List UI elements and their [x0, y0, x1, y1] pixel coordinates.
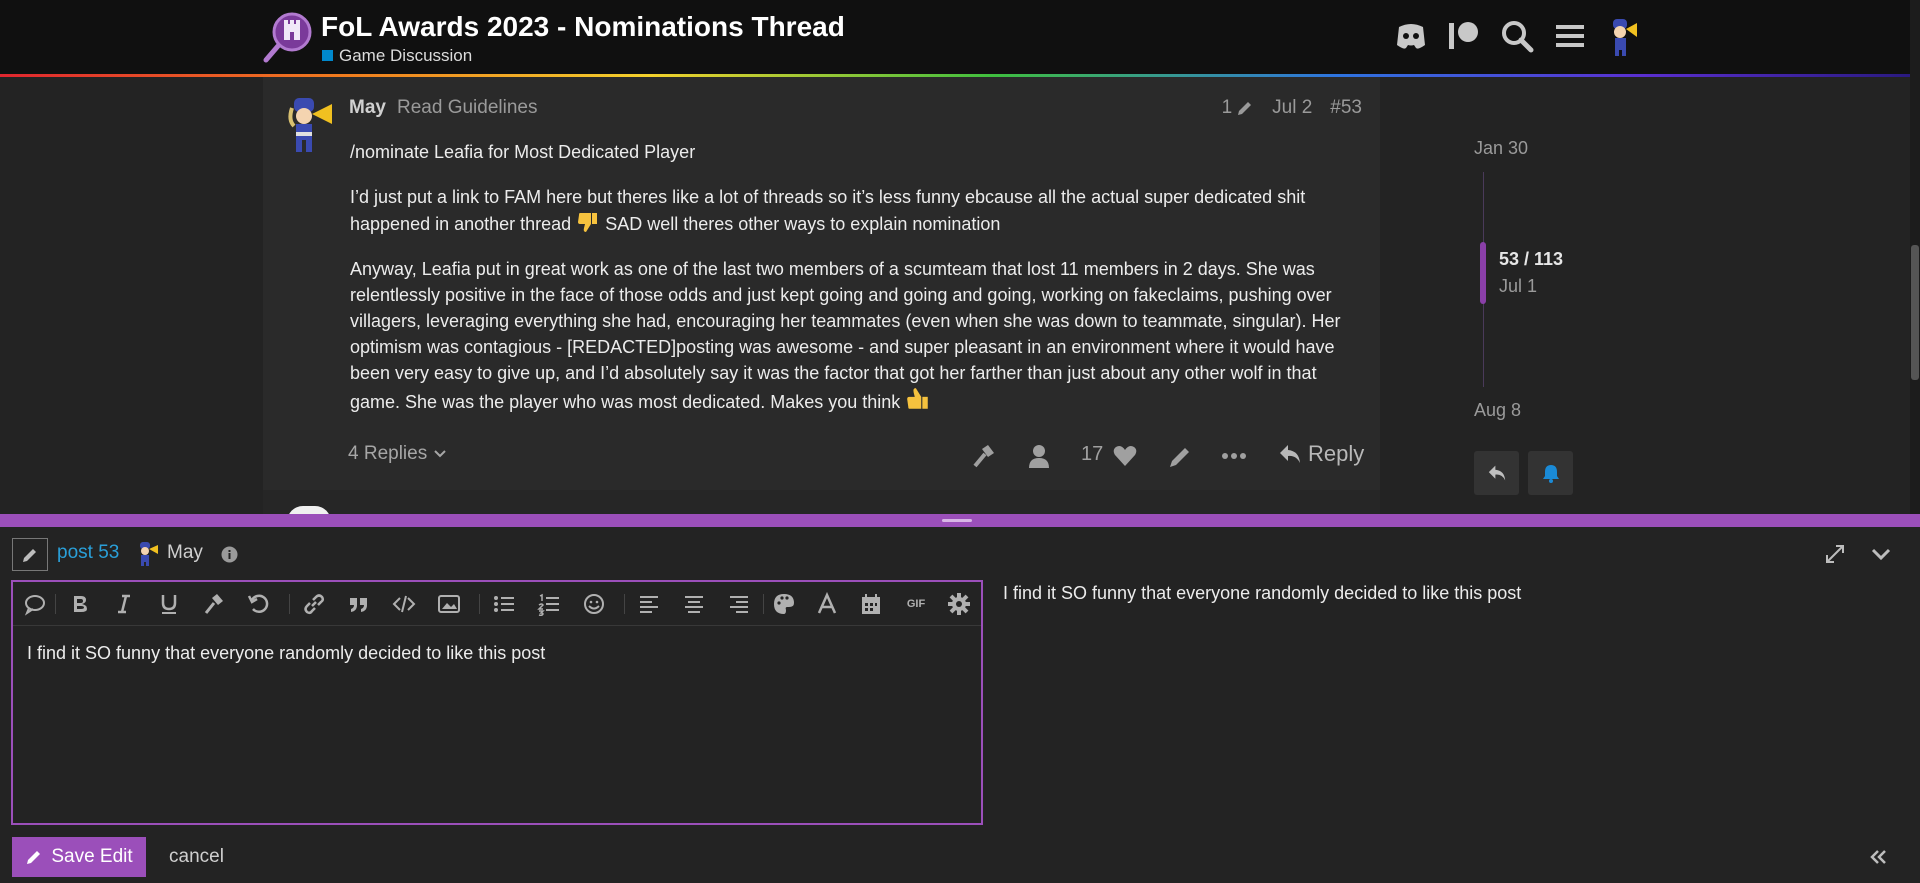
site-logo-icon[interactable] [262, 10, 316, 64]
composer-user-name: May [167, 542, 203, 563]
font-icon[interactable] [815, 592, 839, 616]
toggle-preview-icon[interactable] [1868, 848, 1888, 866]
poster-user-title: Read Guidelines [397, 97, 538, 118]
poster-avatar[interactable] [282, 96, 336, 156]
composer-user-avatar [140, 542, 158, 566]
info-icon[interactable] [221, 546, 238, 563]
timeline-handle[interactable] [1480, 242, 1486, 304]
hammer-icon[interactable] [202, 592, 226, 616]
reply-arrow-icon [1488, 465, 1505, 481]
align-left-icon[interactable] [637, 592, 661, 616]
discord-icon[interactable] [1394, 19, 1428, 53]
collapse-composer-icon[interactable] [1870, 545, 1892, 563]
post-paragraph: Anyway, Leafia put in great work as one … [350, 256, 1358, 415]
scrollbar-thumb[interactable] [1911, 245, 1919, 380]
calendar-icon[interactable] [859, 592, 883, 616]
next-post-header [263, 490, 1380, 514]
post-paragraph: /nominate Leafia for Most Dedicated Play… [350, 142, 696, 162]
composer-preview: I find it SO funny that everyone randoml… [1003, 583, 1522, 603]
underline-icon[interactable] [157, 592, 181, 616]
post-date[interactable]: Jul 2 [1272, 97, 1312, 119]
timeline-start-date[interactable]: Jan 30 [1474, 138, 1528, 159]
bold-icon[interactable] [68, 592, 92, 616]
gear-icon[interactable] [947, 592, 971, 616]
toolbar-divider [55, 594, 56, 614]
notification-bell-button[interactable] [1528, 451, 1573, 495]
hammer-icon[interactable] [971, 442, 997, 470]
more-options-icon[interactable] [1221, 442, 1247, 470]
composer-action-dropdown[interactable] [12, 538, 48, 571]
composer-grip-handle[interactable] [942, 519, 972, 522]
expand-fullscreen-icon[interactable] [1824, 543, 1846, 565]
post-text: Anyway, Leafia put in great work as one … [350, 259, 1341, 412]
patreon-icon[interactable] [1447, 19, 1481, 53]
poster-username[interactable]: May [349, 97, 386, 119]
palette-icon[interactable] [772, 592, 796, 616]
align-right-icon[interactable] [727, 592, 751, 616]
align-center-icon[interactable] [682, 592, 706, 616]
italic-icon[interactable] [112, 592, 136, 616]
undo-icon[interactable] [247, 592, 271, 616]
category-badge[interactable]: Game Discussion [322, 46, 472, 66]
link-icon[interactable] [302, 592, 326, 616]
toolbar-divider [289, 594, 290, 614]
save-edit-button[interactable]: Save Edit [12, 837, 146, 877]
post-number[interactable]: #53 [1330, 97, 1362, 119]
user-icon[interactable] [1027, 442, 1051, 470]
image-icon[interactable] [437, 592, 461, 616]
user-avatar[interactable] [1605, 17, 1639, 57]
code-icon[interactable] [392, 592, 416, 616]
category-color-square [322, 50, 333, 61]
timeline-reply-button[interactable] [1474, 451, 1519, 495]
edit-count: 1 [1221, 97, 1233, 118]
pencil-icon [23, 548, 36, 562]
cancel-link[interactable]: cancel [169, 846, 224, 868]
toolbar-divider [479, 594, 480, 614]
toolbar-divider [763, 594, 764, 614]
timeline-current-date: Jul 1 [1499, 276, 1538, 296]
reply-button[interactable]: Reply [1278, 441, 1364, 467]
edit-pencil-icon[interactable] [1167, 442, 1193, 470]
chat-bubble-icon[interactable] [23, 592, 47, 616]
search-icon[interactable] [1500, 19, 1534, 53]
hamburger-menu-icon[interactable] [1553, 19, 1587, 53]
replies-toggle[interactable]: 4 Replies [348, 443, 447, 465]
thumbs-down-emoji-icon [578, 213, 598, 232]
pencil-icon [27, 851, 41, 864]
numbered-list-icon[interactable] [537, 592, 561, 616]
gif-icon[interactable]: GIF [901, 592, 931, 616]
category-label[interactable]: Game Discussion [339, 46, 472, 65]
timeline-position: 53 / 113 [1499, 249, 1564, 269]
editor-textarea[interactable]: I find it SO funny that everyone randoml… [27, 643, 545, 664]
timeline-end-date[interactable]: Aug 8 [1474, 400, 1521, 421]
save-edit-label: Save Edit [51, 846, 133, 867]
bell-icon [1542, 465, 1559, 483]
editor-toolbar: GIF [13, 582, 981, 626]
quote-icon[interactable] [347, 592, 371, 616]
chevron-down-icon [433, 450, 446, 458]
post-text: SAD well theres other ways to explain no… [600, 214, 1001, 234]
bullet-list-icon[interactable] [492, 592, 516, 616]
topic-title[interactable]: FoL Awards 2023 - Nominations Thread [321, 11, 845, 43]
thumbs-up-emoji-icon [907, 388, 929, 409]
heart-icon[interactable] [1112, 442, 1138, 470]
edit-post-link[interactable]: post 53 [57, 542, 119, 564]
edit-history-button[interactable]: 1 [1222, 97, 1255, 119]
post-paragraph: I’d just put a link to FAM here but ther… [350, 184, 1358, 237]
editor-container: GIF I find it SO funny that everyone ran… [11, 580, 983, 825]
emoji-icon[interactable] [582, 592, 606, 616]
post-meta: 1 Jul 2 #53 [1222, 97, 1362, 119]
reply-label: Reply [1308, 441, 1365, 466]
pencil-icon [1238, 102, 1252, 115]
toolbar-divider [624, 594, 625, 614]
reply-arrow-icon [1280, 445, 1300, 463]
replies-label: 4 Replies [348, 443, 428, 464]
like-count[interactable]: 17 [1081, 443, 1103, 466]
